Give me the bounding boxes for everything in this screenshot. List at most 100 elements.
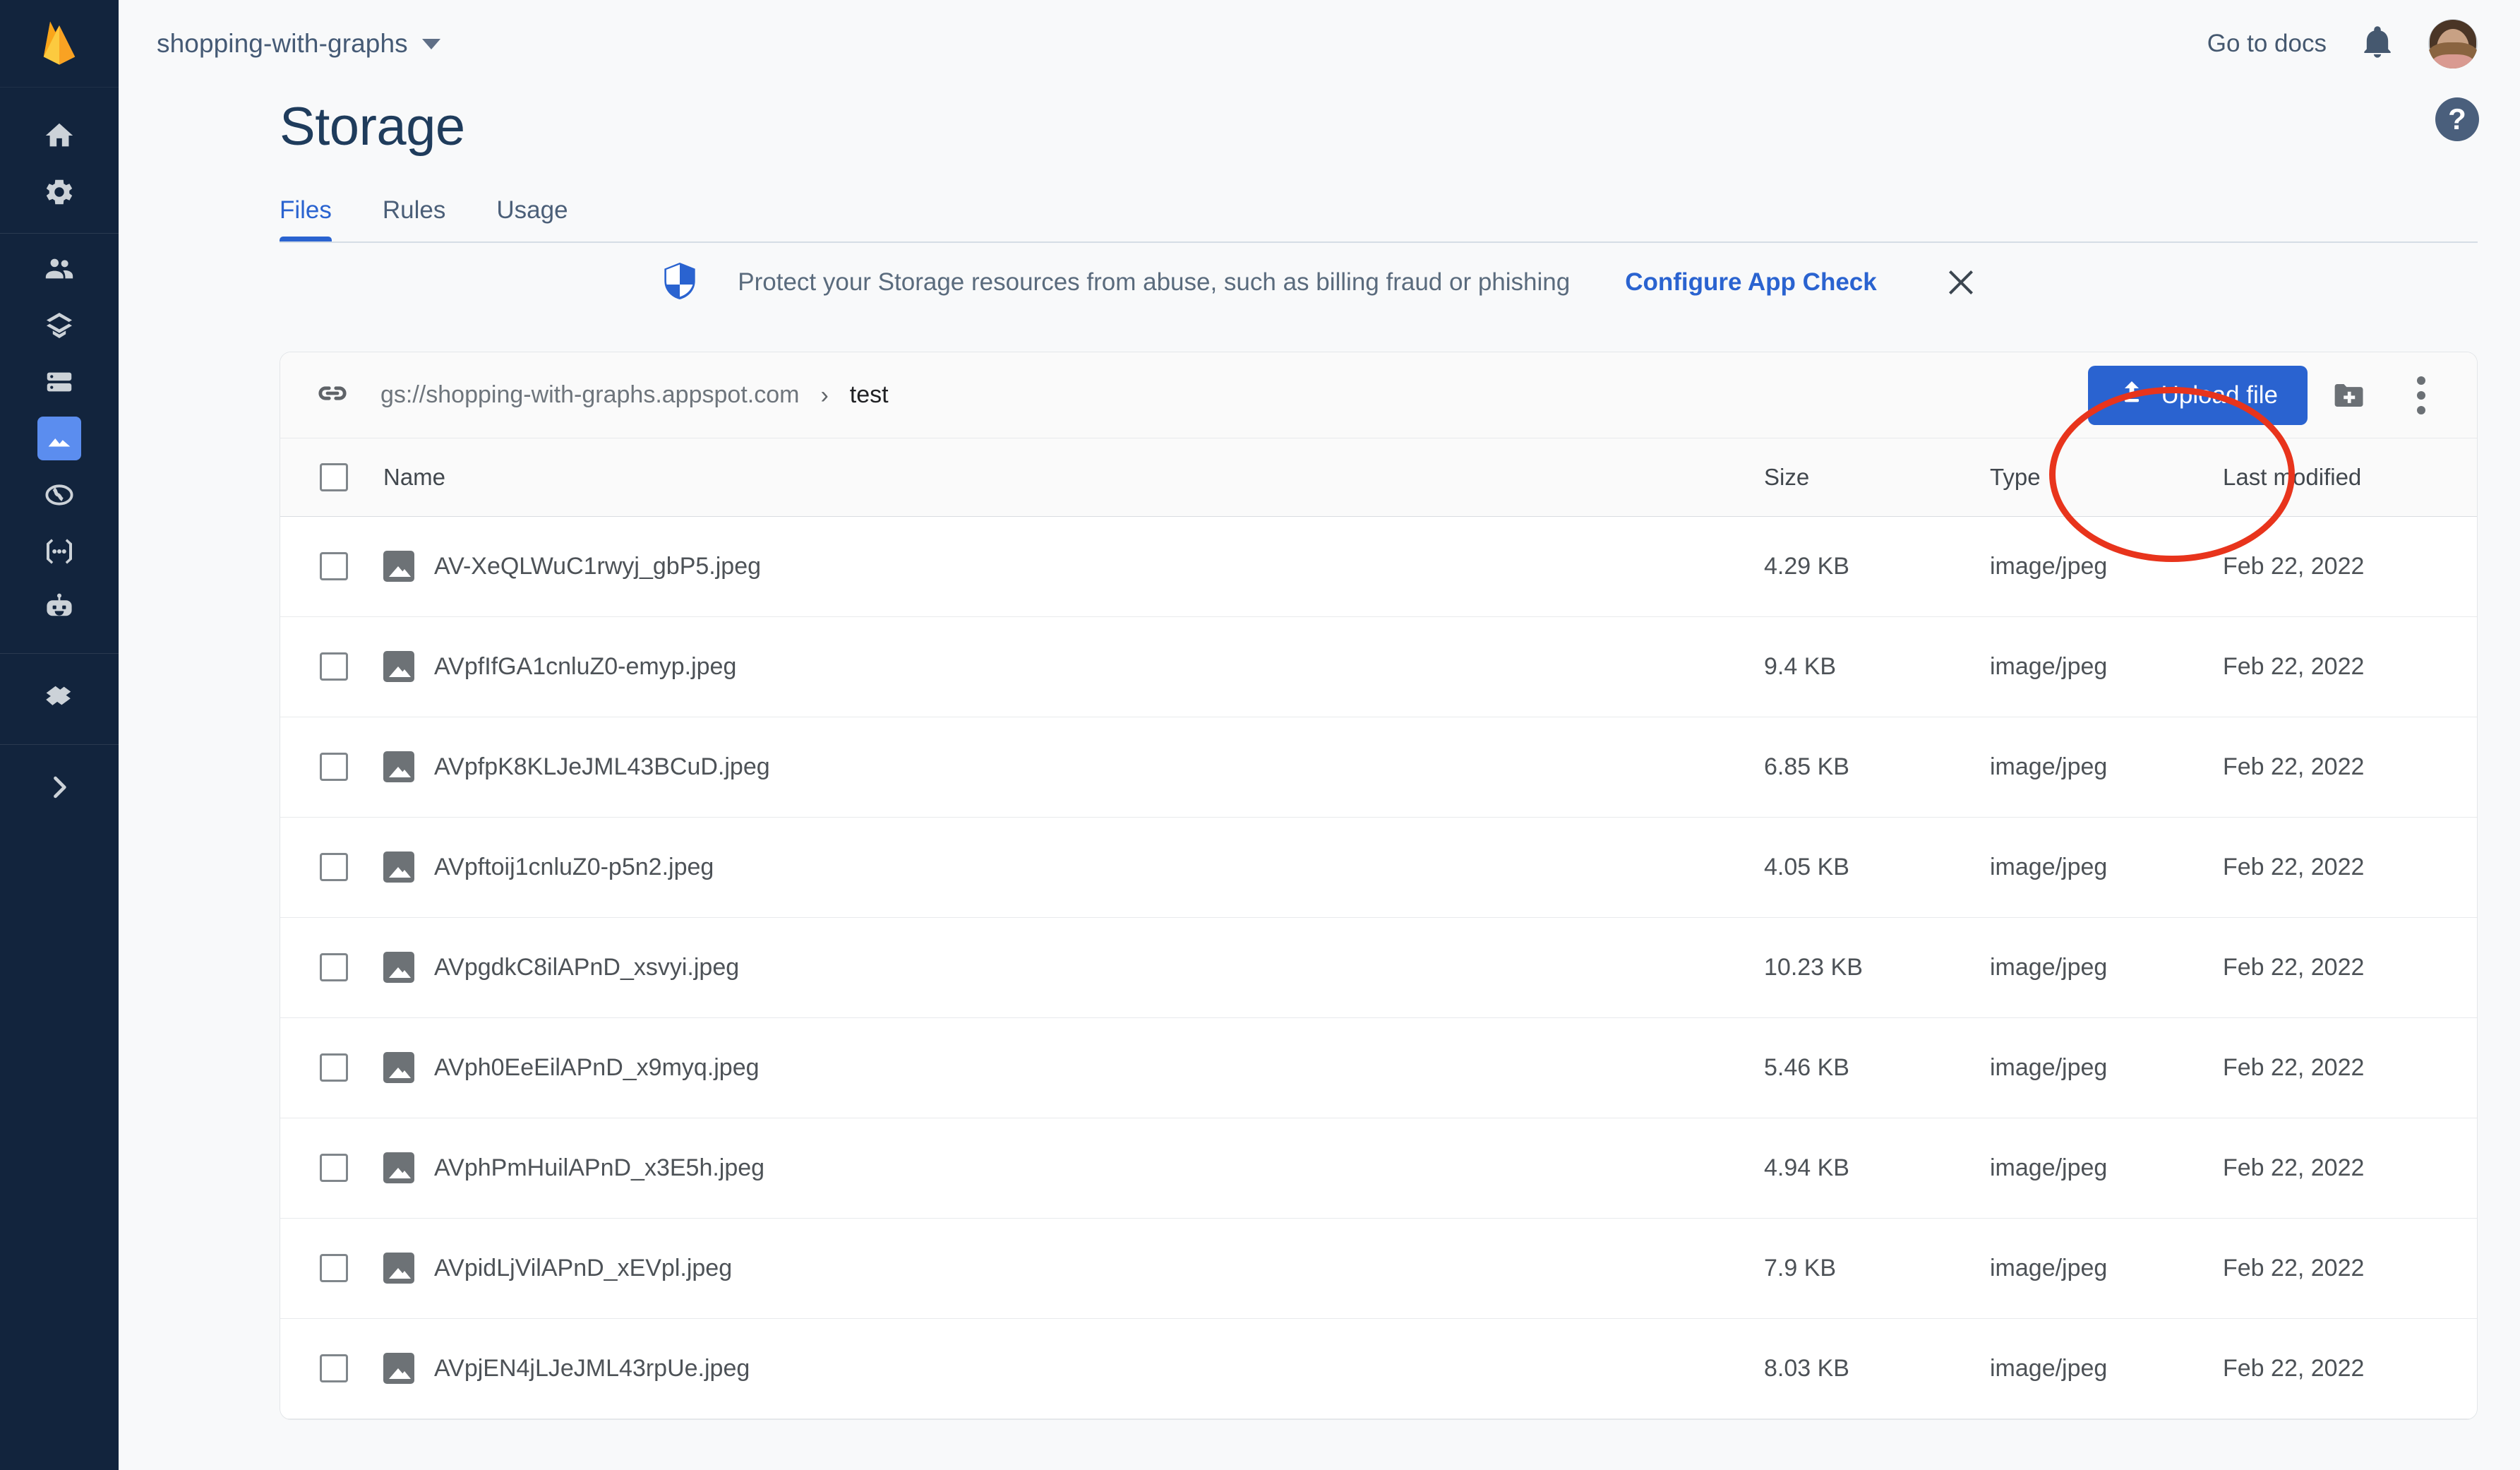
image-thumbnail-icon (383, 651, 414, 682)
sidebar-item-storage[interactable] (0, 410, 119, 467)
upload-icon (2118, 378, 2146, 412)
row-checkbox[interactable] (320, 1254, 348, 1282)
file-modified: Feb 22, 2022 (2223, 516, 2477, 617)
app-check-banner: Protect your Storage resources from abus… (119, 244, 2520, 321)
sidebar-item-authentication[interactable] (0, 241, 119, 297)
sidebar-item-expand-sidebar[interactable] (0, 759, 119, 815)
sidebar-item-project-overview[interactable] (0, 107, 119, 164)
file-type: image/jpeg (1990, 1218, 2223, 1319)
create-folder-icon[interactable] (2319, 365, 2380, 426)
robot-icon (37, 586, 81, 630)
configure-app-check-link[interactable]: Configure App Check (1625, 268, 1877, 297)
tab-files[interactable]: Files (280, 196, 332, 243)
app-check-shield-icon (661, 261, 698, 305)
project-selector[interactable]: shopping-with-graphs (157, 29, 440, 59)
file-modified: Feb 22, 2022 (2223, 1118, 2477, 1219)
image-thumbnail-icon (383, 1353, 414, 1384)
go-to-docs-link[interactable]: Go to docs (2207, 30, 2327, 58)
file-name[interactable]: AVpjEN4jLJeJML43rpUe.jpeg (434, 1355, 750, 1382)
file-name[interactable]: AVpftoij1cnluZ0-p5n2.jpeg (434, 854, 714, 881)
row-name-cell: AVpfpK8KLJeJML43BCuD.jpeg (383, 717, 1764, 818)
upload-file-label: Upload file (2161, 381, 2278, 409)
table-row[interactable]: AVphPmHuilAPnD_x3E5h.jpeg 4.94 KB image/jp… (280, 1118, 2477, 1219)
table-row[interactable]: AVpftoij1cnluZ0-p5n2.jpeg 4.05 KB image/jp… (280, 817, 2477, 918)
firebase-logo[interactable] (0, 0, 119, 88)
row-select-cell (280, 1017, 383, 1118)
file-size: 6.85 KB (1764, 717, 1990, 818)
table-row[interactable]: AVph0EeEilAPnD_x9myq.jpeg 5.46 KB image/jp… (280, 1017, 2477, 1118)
globe-icon (37, 473, 81, 517)
breadcrumb-bucket[interactable]: gs://shopping-with-graphs.appspot.com (380, 381, 799, 409)
link-icon[interactable] (316, 376, 349, 414)
header-name[interactable]: Name (383, 438, 1764, 517)
file-size: 4.94 KB (1764, 1118, 1990, 1219)
close-icon[interactable] (1945, 266, 1977, 299)
table-row[interactable]: AVpidLjVilAPnD_xEVpl.jpeg 7.9 KB image/jpe… (280, 1218, 2477, 1319)
image-folder-icon (37, 417, 81, 460)
project-name: shopping-with-graphs (157, 29, 408, 58)
file-modified: Feb 22, 2022 (2223, 717, 2477, 818)
table-row[interactable]: AV-XeQLWuC1rwyj_gbP5.jpeg 4.29 KB image/jp… (280, 516, 2477, 617)
row-checkbox[interactable] (320, 1154, 348, 1182)
header-size[interactable]: Size (1764, 438, 1990, 517)
row-select-cell (280, 817, 383, 918)
row-name-cell: AVpfIfGA1cnluZ0-emyp.jpeg (383, 616, 1764, 717)
avatar[interactable] (2428, 19, 2478, 68)
brackets-icon (37, 530, 81, 573)
page-header: Storage Files Rules Usage (119, 100, 2520, 243)
tab-bar: Files Rules Usage (280, 196, 2478, 243)
app-check-banner-text: Protect your Storage resources from abus… (738, 268, 1571, 296)
file-name[interactable]: AVpgdkC8ilAPnD_xsvyi.jpeg (434, 954, 739, 981)
file-name[interactable]: AVpfpK8KLJeJML43BCuD.jpeg (434, 753, 770, 781)
tab-usage[interactable]: Usage (496, 196, 568, 243)
file-modified: Feb 22, 2022 (2223, 817, 2477, 918)
row-name-cell: AVpgdkC8ilAPnD_xsvyi.jpeg (383, 917, 1764, 1018)
upload-file-button[interactable]: Upload file (2087, 365, 2308, 425)
table-row[interactable]: AVpfpK8KLJeJML43BCuD.jpeg 6.85 KB image/jp… (280, 717, 2477, 818)
sidebar-item-project-settings[interactable] (0, 164, 119, 220)
sidebar-item-extensions[interactable] (0, 669, 119, 726)
row-name-cell: AVpidLjVilAPnD_xEVpl.jpeg (383, 1218, 1764, 1319)
breadcrumb-folder[interactable]: test (850, 381, 889, 409)
row-select-cell (280, 516, 383, 617)
table-row[interactable]: AVpgdkC8ilAPnD_xsvyi.jpeg 10.23 KB image/j… (280, 917, 2477, 1018)
sidebar-divider-1 (0, 233, 119, 234)
header-type[interactable]: Type (1990, 438, 2223, 517)
main-content: shopping-with-graphs Go to docs Storage (119, 0, 2520, 1470)
table-row[interactable]: AVpfIfGA1cnluZ0-emyp.jpeg 9.4 KB image/jpe… (280, 616, 2477, 717)
file-type: image/jpeg (1990, 1017, 2223, 1118)
database-icon (37, 360, 81, 404)
row-checkbox[interactable] (320, 953, 348, 981)
row-name-cell: AVph0EeEilAPnD_x9myq.jpeg (383, 1017, 1764, 1118)
sidebar-item-realtime-database[interactable] (0, 354, 119, 410)
notifications-bell-icon[interactable] (2359, 24, 2396, 64)
sidebar-divider-2 (0, 653, 119, 654)
header-last-modified[interactable]: Last modified (2223, 438, 2477, 517)
more-vertical-icon[interactable] (2391, 365, 2452, 426)
row-checkbox[interactable] (320, 552, 348, 580)
row-select-cell (280, 1118, 383, 1219)
sidebar-item-firestore-database[interactable] (0, 297, 119, 354)
sidebar-item-machine-learning[interactable] (0, 580, 119, 636)
help-button[interactable]: ? (2435, 97, 2479, 141)
row-checkbox[interactable] (320, 853, 348, 881)
file-name[interactable]: AVpidLjVilAPnD_xEVpl.jpeg (434, 1255, 732, 1282)
tab-rules[interactable]: Rules (383, 196, 445, 243)
row-checkbox[interactable] (320, 1354, 348, 1382)
file-name[interactable]: AVph0EeEilAPnD_x9myq.jpeg (434, 1054, 760, 1082)
table-row[interactable]: AVpjEN4jLJeJML43rpUe.jpeg 8.03 KB image/jp… (280, 1318, 2477, 1419)
row-checkbox[interactable] (320, 652, 348, 681)
file-size: 7.9 KB (1764, 1218, 1990, 1319)
row-checkbox[interactable] (320, 753, 348, 781)
select-all-checkbox[interactable] (320, 462, 348, 491)
file-name[interactable]: AVphPmHuilAPnD_x3E5h.jpeg (434, 1154, 764, 1182)
file-type: image/jpeg (1990, 1318, 2223, 1419)
row-checkbox[interactable] (320, 1053, 348, 1082)
file-modified: Feb 22, 2022 (2223, 917, 2477, 1018)
layers-icon (37, 304, 81, 347)
file-name[interactable]: AVpfIfGA1cnluZ0-emyp.jpeg (434, 653, 736, 681)
sidebar-item-hosting[interactable] (0, 467, 119, 523)
image-thumbnail-icon (383, 952, 414, 983)
sidebar-item-functions[interactable] (0, 523, 119, 580)
file-name[interactable]: AV-XeQLWuC1rwyj_gbP5.jpeg (434, 553, 761, 580)
